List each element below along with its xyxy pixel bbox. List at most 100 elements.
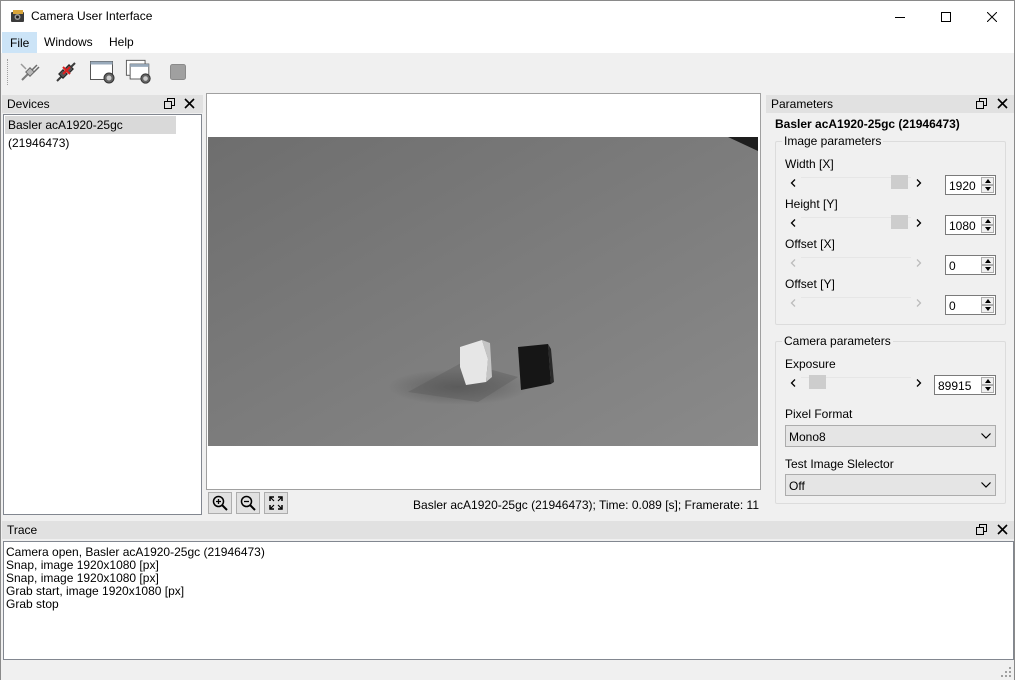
test-image-select[interactable]: Off	[785, 474, 996, 496]
chevron-right-icon[interactable]	[913, 174, 925, 192]
pixel-format-value: Mono8	[789, 430, 826, 444]
minimize-icon	[895, 16, 905, 18]
zoom-out-icon	[240, 495, 256, 511]
chevron-right-icon[interactable]	[913, 214, 925, 232]
offset-y-value: 0	[949, 299, 956, 313]
slider-handle[interactable]	[891, 215, 908, 229]
height-label: Height [Y]	[785, 197, 838, 211]
chevron-right-icon[interactable]	[913, 374, 925, 392]
connect-plug-icon	[20, 63, 40, 81]
offset-x-value: 0	[949, 259, 956, 273]
float-icon[interactable]	[976, 98, 987, 109]
status-bar	[1, 661, 1014, 680]
chevron-left-icon[interactable]	[787, 174, 799, 192]
menu-windows[interactable]: Windows	[37, 32, 100, 53]
trace-line: Grab stop	[6, 597, 59, 611]
width-slider[interactable]	[787, 174, 925, 192]
app-camera-icon	[11, 10, 24, 22]
close-icon	[987, 11, 997, 22]
maximize-button[interactable]	[923, 1, 969, 32]
height-slider[interactable]	[787, 214, 925, 232]
spin-up-icon[interactable]	[981, 377, 994, 385]
size-grip-icon[interactable]	[1001, 667, 1011, 677]
spin-down-icon[interactable]	[981, 305, 994, 313]
spin-down-icon[interactable]	[981, 385, 994, 393]
trace-panel-title: Trace	[2, 521, 1014, 539]
minimize-button[interactable]	[877, 1, 923, 32]
test-image-label: Test Image Slelector	[785, 457, 894, 471]
spin-down-icon[interactable]	[981, 225, 994, 233]
image-parameters-title: Image parameters	[782, 134, 884, 148]
pixel-format-select[interactable]: Mono8	[785, 425, 996, 447]
devices-panel-title: Devices	[2, 95, 203, 113]
fit-to-window-button[interactable]	[264, 492, 288, 514]
toolbar-grip[interactable]	[7, 59, 10, 85]
trace-title-label: Trace	[7, 523, 38, 537]
chevron-left-icon[interactable]	[787, 294, 799, 312]
single-shot-button[interactable]	[89, 58, 117, 86]
parameters-panel-title: Parameters	[766, 95, 1014, 113]
exposure-label: Exposure	[785, 357, 836, 371]
chevron-down-icon	[981, 433, 991, 439]
width-spinbox[interactable]: 1920	[945, 175, 996, 195]
close-icon[interactable]	[997, 98, 1008, 109]
width-value: 1920	[949, 179, 976, 193]
fit-to-window-icon	[269, 496, 283, 510]
exposure-slider[interactable]	[787, 374, 925, 392]
zoom-in-icon	[212, 495, 228, 511]
spin-up-icon[interactable]	[981, 297, 994, 305]
height-spinbox[interactable]: 1080	[945, 215, 996, 235]
menu-help[interactable]: Help	[102, 32, 141, 53]
devices-list[interactable]: Basler acA1920-25gc (21946473)	[3, 114, 202, 515]
trace-log[interactable]: Camera open, Basler acA1920-25gc (219464…	[3, 541, 1014, 660]
width-label: Width [X]	[785, 157, 834, 171]
continuous-shot-button[interactable]	[125, 58, 153, 86]
offset-x-spinbox[interactable]: 0	[945, 255, 996, 275]
offset-y-spinbox[interactable]: 0	[945, 295, 996, 315]
zoom-in-button[interactable]	[208, 492, 232, 514]
close-button[interactable]	[969, 1, 1015, 32]
chevron-right-icon[interactable]	[913, 294, 925, 312]
offset-x-label: Offset [X]	[785, 237, 835, 251]
continuous-shot-icon	[125, 59, 151, 84]
connect-button[interactable]	[16, 58, 44, 86]
chevron-right-icon[interactable]	[913, 254, 925, 272]
menu-file[interactable]: File	[2, 32, 38, 53]
slider-handle[interactable]	[891, 175, 908, 189]
offset-y-slider[interactable]	[787, 294, 925, 312]
title-bar: Camera User Interface	[1, 1, 1014, 32]
zoom-out-button[interactable]	[236, 492, 260, 514]
chevron-left-icon[interactable]	[787, 214, 799, 232]
height-value: 1080	[949, 219, 976, 233]
stop-button[interactable]	[164, 58, 192, 86]
image-viewer[interactable]	[206, 93, 761, 490]
spin-up-icon[interactable]	[981, 257, 994, 265]
slider-track[interactable]	[801, 297, 911, 309]
slider-track[interactable]	[801, 257, 911, 269]
viewer-status-text: Basler acA1920-25gc (21946473); Time: 0.…	[413, 498, 759, 512]
trace-line: Grab start, image 1920x1080 [px]	[6, 584, 185, 598]
spin-up-icon[interactable]	[981, 177, 994, 185]
menu-bar: File Windows Help	[1, 32, 1014, 53]
window-title: Camera User Interface	[31, 9, 153, 23]
main-window: Camera User Interface File Windows Help	[0, 0, 1015, 680]
disconnect-plug-icon	[56, 62, 76, 82]
toolbar	[1, 53, 1014, 91]
device-list-item[interactable]: Basler acA1920-25gc (21946473)	[5, 116, 176, 150]
float-icon[interactable]	[164, 98, 175, 109]
spin-down-icon[interactable]	[981, 265, 994, 273]
parameters-device-name: Basler acA1920-25gc (21946473)	[775, 117, 960, 131]
maximize-icon	[941, 11, 951, 22]
offset-x-slider[interactable]	[787, 254, 925, 272]
chevron-down-icon	[981, 482, 991, 488]
float-icon[interactable]	[976, 524, 987, 535]
slider-handle[interactable]	[809, 375, 826, 389]
close-icon[interactable]	[184, 98, 195, 109]
chevron-left-icon[interactable]	[787, 254, 799, 272]
exposure-spinbox[interactable]: 89915	[934, 375, 996, 395]
close-icon[interactable]	[997, 524, 1008, 535]
chevron-left-icon[interactable]	[787, 374, 799, 392]
spin-down-icon[interactable]	[981, 185, 994, 193]
spin-up-icon[interactable]	[981, 217, 994, 225]
disconnect-button[interactable]	[52, 58, 80, 86]
